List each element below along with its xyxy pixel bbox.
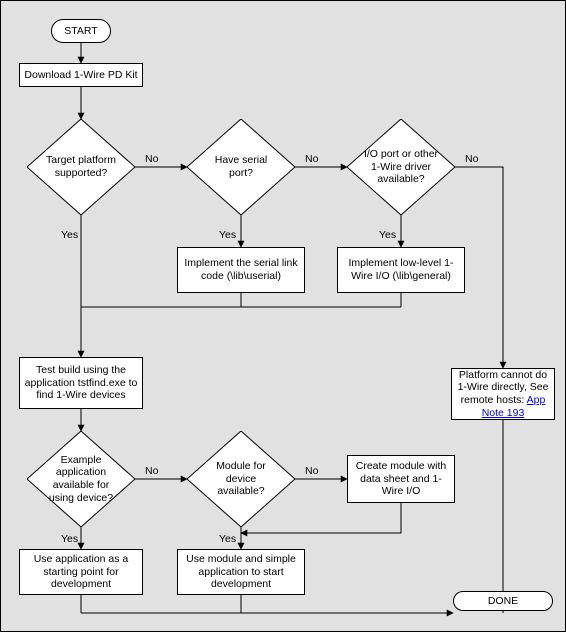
process-test-build-tstfind: Test build using the application tstfind…: [19, 357, 143, 409]
edge-label-yes: Yes: [61, 229, 78, 241]
terminator-start: START: [51, 19, 111, 43]
process-remote-hosts-note: Platform cannot do 1-Wire directly, See …: [451, 368, 555, 420]
edge-label-no: No: [465, 153, 478, 165]
decision-text: Target platform supported?: [27, 119, 135, 215]
decision-text: Module for device available?: [187, 431, 295, 527]
decision-text: I/O port or other 1-Wire driver availabl…: [347, 119, 455, 215]
process-use-module-simple-app: Use module and simple application to sta…: [177, 549, 305, 595]
decision-target-platform-supported: Target platform supported?: [27, 119, 135, 215]
edge-label-no: No: [305, 465, 318, 477]
process-download-kit: Download 1-Wire PD Kit: [19, 63, 143, 87]
flowchart-canvas: START Download 1-Wire PD Kit Target plat…: [0, 0, 566, 632]
decision-have-serial-port: Have serial port?: [187, 119, 295, 215]
process-create-module: Create module with data sheet and 1-Wire…: [347, 455, 455, 503]
decision-example-application-available: Example application available for using …: [27, 431, 135, 527]
flowchart-connectors: [1, 1, 566, 633]
process-implement-serial-link: Implement the serial link code (\lib\use…: [177, 247, 305, 293]
process-implement-low-level-io: Implement low-level 1-Wire I/O (\lib\gen…: [337, 247, 465, 293]
process-use-application-starting-point: Use application as a starting point for …: [19, 549, 143, 595]
decision-text: Have serial port?: [187, 119, 295, 215]
edge-label-yes: Yes: [61, 533, 78, 545]
edge-label-no: No: [145, 465, 158, 477]
edge-label-yes: Yes: [219, 533, 236, 545]
decision-text: Example application available for using …: [27, 431, 135, 527]
edge-label-yes: Yes: [379, 229, 396, 241]
terminator-done: DONE: [453, 591, 553, 611]
decision-module-available: Module for device available?: [187, 431, 295, 527]
edge-label-yes: Yes: [219, 229, 236, 241]
decision-io-port-available: I/O port or other 1-Wire driver availabl…: [347, 119, 455, 215]
edge-label-no: No: [145, 153, 158, 165]
edge-label-no: No: [305, 153, 318, 165]
